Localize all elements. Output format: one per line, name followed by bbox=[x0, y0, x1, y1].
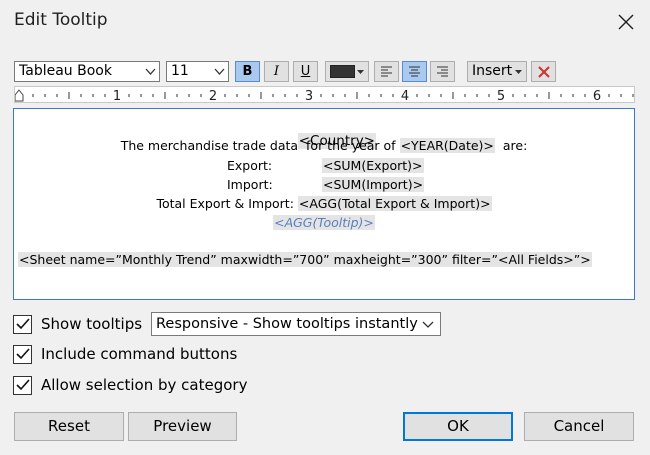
font-size-dropdown[interactable]: 11 bbox=[166, 61, 229, 82]
export-label: Export: bbox=[227, 158, 273, 173]
ruler-mark: 1 bbox=[113, 89, 121, 104]
close-button[interactable] bbox=[608, 6, 644, 38]
sum-import-field: <SUM(Import)> bbox=[322, 177, 425, 192]
dialog-title: Edit Tooltip bbox=[14, 10, 108, 30]
ruler: 1 2 3 4 5 6 bbox=[14, 86, 635, 104]
chevron-down-icon bbox=[357, 70, 364, 74]
checkmark-icon bbox=[15, 348, 30, 360]
show-tooltips-checkbox[interactable] bbox=[13, 314, 32, 334]
include-buttons-checkbox[interactable] bbox=[13, 344, 32, 364]
insert-label: Insert bbox=[472, 63, 513, 79]
preview-button[interactable]: Preview bbox=[128, 412, 237, 441]
align-center-button[interactable] bbox=[402, 61, 427, 82]
clear-formatting-button[interactable] bbox=[531, 61, 556, 82]
sum-export-field: <SUM(Export)> bbox=[322, 158, 424, 173]
indent-marker[interactable] bbox=[15, 89, 24, 102]
import-field: <SUM(Import)> bbox=[322, 177, 425, 192]
include-buttons-row[interactable]: Include command buttons bbox=[13, 343, 237, 365]
italic-button[interactable]: I bbox=[264, 61, 289, 82]
insert-field-button[interactable]: Insert bbox=[467, 61, 527, 82]
font-family-value: Tableau Book bbox=[19, 63, 112, 79]
total-field: <AGG(Total Export & Import)> bbox=[297, 196, 492, 211]
intro-text: The merchandise trade data for the year … bbox=[120, 138, 400, 153]
edit-tooltip-dialog: Edit Tooltip Tableau Book 11 B I U Inser… bbox=[0, 0, 650, 455]
show-tooltips-row[interactable]: Show tooltips bbox=[13, 313, 142, 335]
reset-button[interactable]: Reset bbox=[14, 412, 124, 441]
intro-tail: are: bbox=[494, 138, 528, 153]
align-left-icon bbox=[381, 66, 392, 77]
red-x-icon bbox=[537, 65, 550, 78]
allow-selection-label: Allow selection by category bbox=[41, 376, 248, 394]
align-right-button[interactable] bbox=[430, 61, 455, 82]
ruler-mark: 4 bbox=[401, 89, 409, 104]
text-color-button[interactable] bbox=[325, 61, 369, 82]
import-label: Import: bbox=[227, 177, 273, 192]
allow-selection-row[interactable]: Allow selection by category bbox=[13, 374, 247, 396]
checkmark-icon bbox=[15, 379, 30, 391]
total-label: Total Export & Import: bbox=[156, 196, 298, 211]
export-field: <SUM(Export)> bbox=[322, 158, 424, 173]
tooltip-mode-dropdown[interactable]: Responsive - Show tooltips instantly bbox=[151, 312, 441, 336]
bold-button[interactable]: B bbox=[235, 61, 260, 82]
sheet-tag: <Sheet name=”Monthly Trend” maxwidth=”70… bbox=[18, 252, 592, 267]
checkmark-icon bbox=[15, 318, 30, 330]
include-buttons-label: Include command buttons bbox=[41, 345, 238, 363]
editor-line-tooltip: <AGG(Tooltip)> bbox=[14, 215, 634, 230]
ruler-mark: 5 bbox=[497, 89, 505, 104]
underline-button[interactable]: U bbox=[293, 61, 318, 82]
show-tooltips-label: Show tooltips bbox=[41, 315, 143, 333]
tooltip-editor[interactable]: <Country> The merchandise trade data for… bbox=[13, 108, 635, 300]
align-right-icon bbox=[437, 66, 448, 77]
cancel-button[interactable]: Cancel bbox=[524, 412, 634, 441]
ruler-ticks: 1 2 3 4 5 6 bbox=[15, 89, 634, 104]
sheet-tag-field: <Sheet name=”Monthly Trend” maxwidth=”70… bbox=[18, 252, 592, 267]
chevron-down-icon bbox=[422, 321, 434, 328]
ruler-mark: 6 bbox=[593, 89, 601, 104]
editor-line-total: Total Export & Import: <AGG(Total Export… bbox=[14, 196, 634, 211]
align-left-button[interactable] bbox=[374, 61, 399, 82]
font-size-value: 11 bbox=[171, 63, 189, 79]
ruler-mark: 3 bbox=[305, 89, 313, 104]
chevron-down-icon bbox=[145, 68, 156, 75]
chevron-down-icon bbox=[214, 68, 225, 75]
year-field: <YEAR(Date)> bbox=[399, 138, 495, 153]
tooltip-mode-value: Responsive - Show tooltips instantly bbox=[156, 316, 418, 332]
allow-selection-checkbox[interactable] bbox=[13, 375, 32, 395]
tooltip-field: <AGG(Tooltip)> bbox=[273, 215, 375, 230]
ok-button[interactable]: OK bbox=[403, 412, 513, 441]
chevron-down-icon bbox=[515, 70, 522, 74]
close-icon bbox=[618, 14, 634, 30]
ruler-mark: 2 bbox=[209, 89, 217, 104]
font-family-dropdown[interactable]: Tableau Book bbox=[14, 61, 160, 82]
text-color-swatch bbox=[330, 65, 355, 78]
align-center-icon bbox=[409, 66, 420, 77]
editor-line-intro: The merchandise trade data for the year … bbox=[14, 138, 634, 153]
